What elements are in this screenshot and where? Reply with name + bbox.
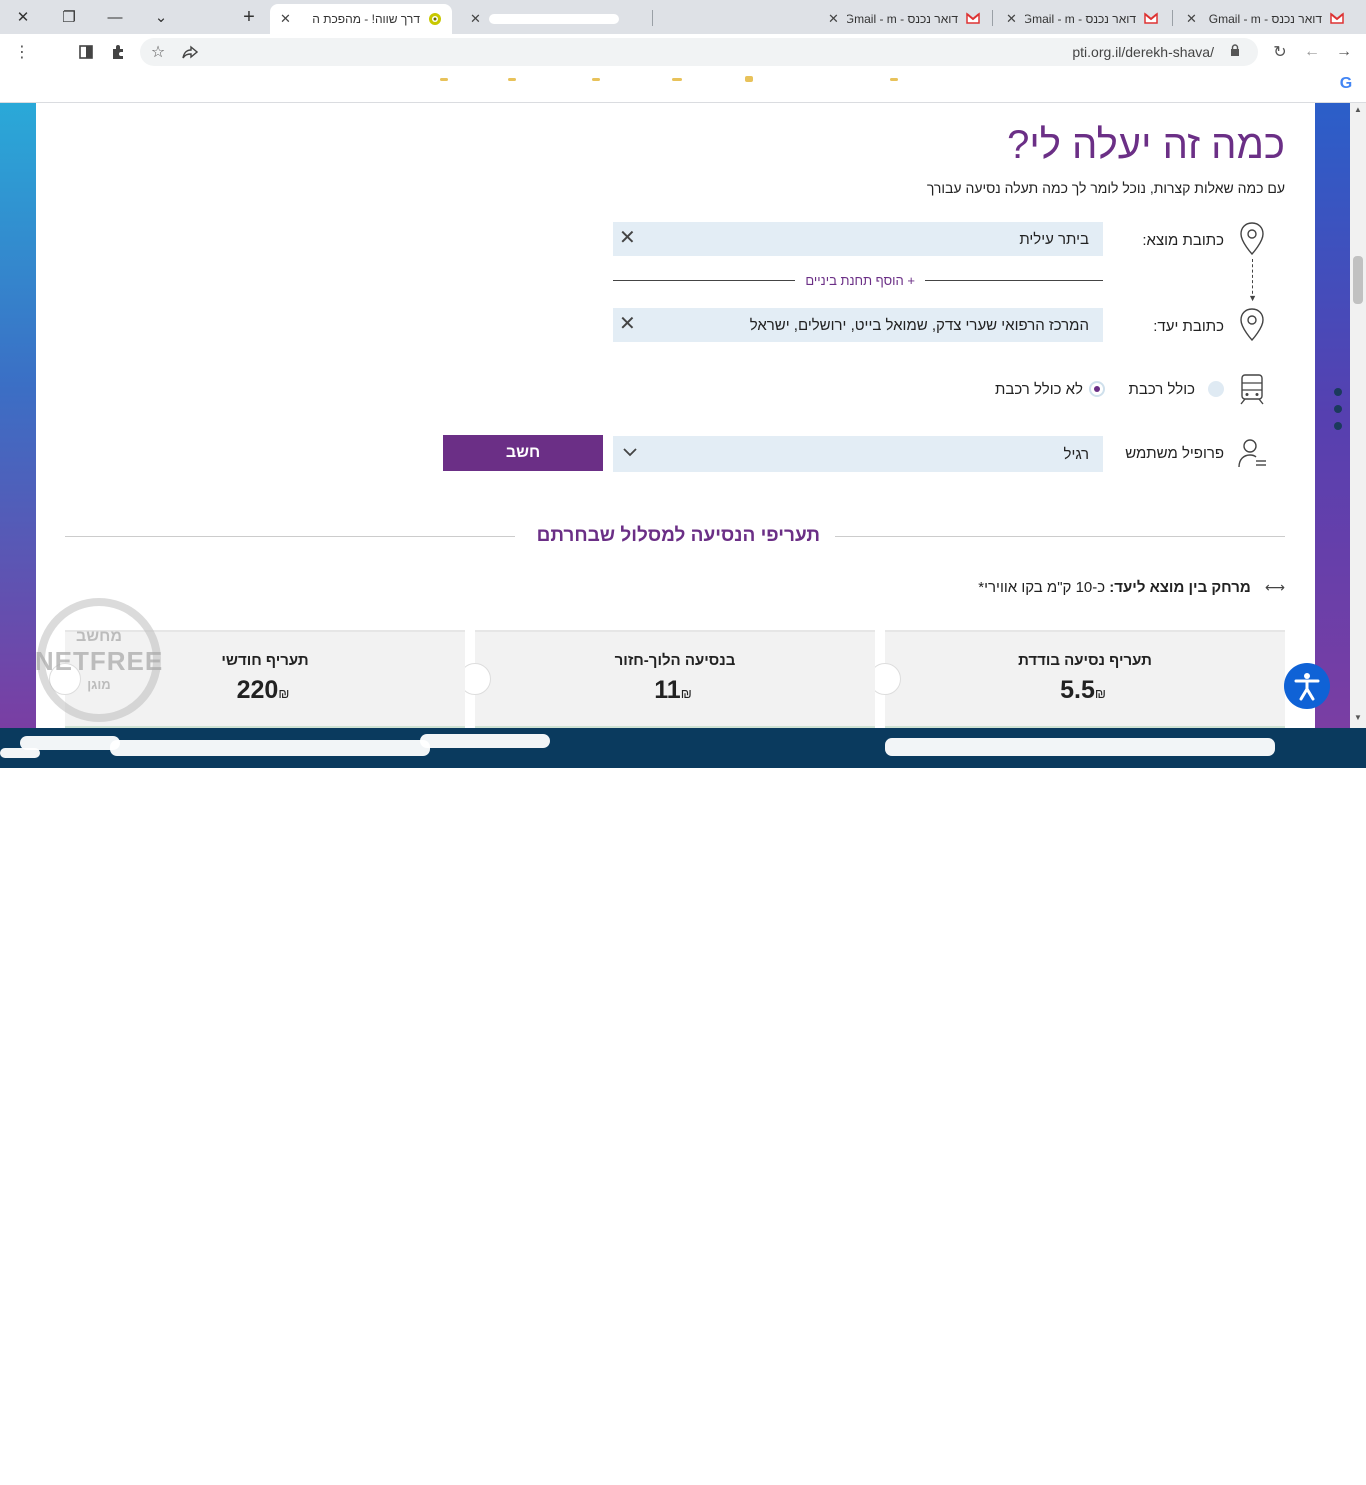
section-divider [835,536,1285,537]
location-pin-icon [1236,307,1268,343]
accessibility-button[interactable] [1284,663,1330,709]
tab-redacted[interactable]: ✕ [460,4,650,34]
forward-arrow-icon[interactable]: → [1332,40,1356,64]
distance-info: ⟷ מרחק בין מוצא ליעד: כ-10 ק"מ בקו אוויר… [978,579,1285,596]
tab-title: דואר נכנס - Gmail - m [1208,12,1322,26]
results-title: תעריפי הנסיעה למסלול שבחרתם [536,525,820,546]
reload-icon[interactable]: ↻ [1268,40,1292,64]
tab-gmail-3[interactable]: דואר נכנס - Gmail - m ✕ [1176,4,1354,34]
gmail-icon [1330,12,1344,26]
accessibility-icon [1294,673,1320,701]
profile-select[interactable]: רגיל [613,436,1103,472]
browser-toolbar: ⋮ ☆ pti.org.il/derekh-shava/ ↻ ← → [0,34,1366,70]
distance-label: מרחק בין מוצא ליעד: [1109,579,1251,596]
close-tab-icon[interactable]: ✕ [470,11,481,27]
address-bar[interactable]: ☆ pti.org.il/derekh-shava/ [140,38,1258,66]
exclude-train-label[interactable]: לא כולל רכבת [995,381,1083,398]
os-taskbar [0,728,1366,1485]
fare-card-round-trip: בנסיעה הלוך-חזור 11₪ [459,630,875,728]
chevron-down-icon: ▼ [1248,293,1257,303]
fare-card-single: תעריף נסיעה בודדת 5.5₪ [869,630,1285,728]
page-background-left [0,103,36,728]
origin-input[interactable]: ביתר עילית ✕ [613,222,1103,256]
bookmark-star-icon[interactable]: ☆ [146,40,170,64]
side-nav-dots[interactable] [1334,388,1344,439]
restore-window-button[interactable]: ❐ [46,0,92,34]
menu-kebab-icon[interactable]: ⋮ [10,40,34,64]
extensions-icon[interactable] [106,40,130,64]
site-favicon-icon [428,12,442,26]
lock-icon[interactable] [1230,44,1240,59]
clear-origin-icon[interactable]: ✕ [619,227,636,249]
page-background-right [1315,103,1350,728]
tab-gmail-1[interactable]: דואר נכנס - Gmail - m ✕ [818,4,990,34]
chevron-down-icon [623,444,637,460]
close-tab-icon[interactable]: ✕ [280,11,291,27]
fare-calculator: כמה זה יעלה לי? עם כמה שאלות קצרות, נוכל… [36,103,1315,728]
profile-label: פרופיל משתמש [1125,445,1224,462]
train-icon [1236,371,1268,407]
location-pin-icon [1236,221,1268,257]
close-tab-icon[interactable]: ✕ [828,11,839,27]
back-arrow-icon[interactable]: ← [1300,40,1324,64]
gmail-icon [1144,12,1158,26]
tab-gmail-2[interactable]: דואר נכנס - Gmail - m ✕ [996,4,1168,34]
close-window-button[interactable]: ✕ [0,0,46,34]
close-tab-icon[interactable]: ✕ [1006,11,1017,27]
distance-value: כ-10 ק"מ בקו אווירי* [978,579,1106,596]
side-panel-icon[interactable] [74,40,98,64]
minimize-window-button[interactable]: — [92,0,138,34]
gmail-icon [966,12,980,26]
tab-derekh-shava[interactable]: דרך שווה! - מהפכת ה ✕ [270,4,452,34]
card-value: 11₪ [654,676,692,704]
origin-value: ביתר עילית [1019,230,1089,248]
tab-title: דרך שווה! - מהפכת ה [312,12,420,26]
exclude-train-radio[interactable] [1089,381,1105,397]
url-text: pti.org.il/derekh-shava/ [1072,44,1214,60]
add-stop-link[interactable]: + הוסף תחנת ביניים [795,273,925,288]
close-tab-icon[interactable]: ✕ [1186,11,1197,27]
destination-label: כתובת יעד: [1153,318,1224,335]
new-tab-button[interactable]: + [238,6,260,28]
page-title: כמה זה יעלה לי? [1007,123,1285,167]
page-subtitle: עם כמה שאלות קצרות, נוכל לומר לך כמה תעל… [926,180,1285,196]
include-train-label[interactable]: כולל רכבת [1129,381,1195,398]
include-train-radio[interactable] [1208,381,1224,397]
tab-strip: ✕ ❐ — ⌄ + דרך שווה! - מהפכת ה ✕ ✕ דואר נ… [0,0,1366,34]
origin-label: כתובת מוצא: [1142,232,1224,249]
share-icon[interactable] [178,40,202,64]
destination-value: המרכז הרפואי שערי צדק, שמואל בייט, ירושל… [749,316,1089,334]
calculate-button[interactable]: חשב [443,435,603,471]
redacted-tab-title [488,14,619,24]
scrollbar-thumb[interactable] [1353,256,1363,304]
tab-search-button[interactable]: ⌄ [138,0,184,34]
card-value: 5.5₪ [1060,676,1106,704]
section-divider [65,536,515,537]
user-profile-icon [1236,435,1268,471]
clear-destination-icon[interactable]: ✕ [619,313,636,335]
tab-title: דואר נכנס - Gmail - m [846,12,958,26]
page-scrollbar[interactable]: ▲ ▼ [1350,103,1366,728]
card-title: בנסיעה הלוך-חזור [614,652,736,669]
profile-value: רגיל [1063,445,1089,463]
windows-start-icon[interactable] [1333,1469,1349,1485]
card-title: תעריף נסיעה בודדת [1018,652,1152,669]
tab-title: דואר נכנס - Gmail - m [1024,12,1136,26]
distance-arrows-icon: ⟷ [1264,579,1285,595]
destination-input[interactable]: המרכז הרפואי שערי צדק, שמואל בייט, ירושל… [613,308,1103,342]
bookmarks-bar: G [0,70,1366,103]
netfree-watermark: מחשב NETFREE מוגן [35,598,162,722]
google-icon[interactable]: G [1334,72,1358,96]
